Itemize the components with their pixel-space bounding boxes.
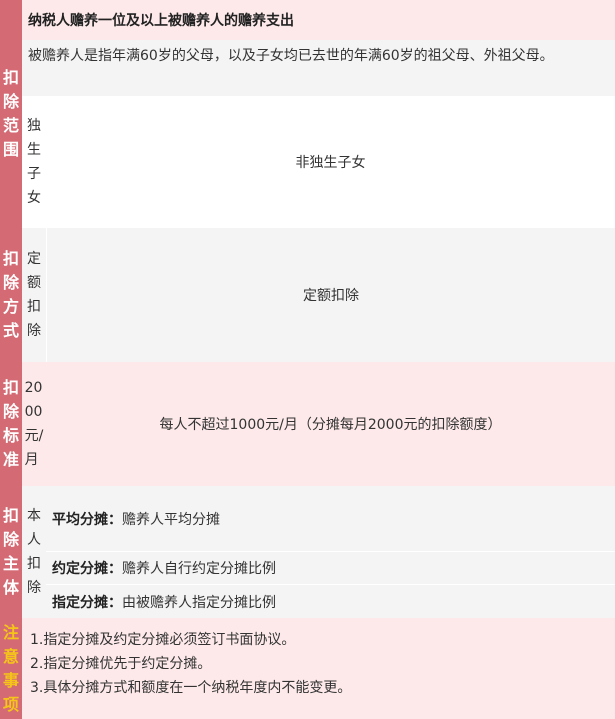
subject-row-name: 平均分摊： [52, 511, 122, 528]
subject-row-desc: 赡养人平均分摊 [122, 511, 220, 528]
standard-section-label: 扣 除 标 准 [0, 362, 22, 486]
subject-row-name: 指定分摊： [52, 594, 122, 611]
only-child-label: 独 生 子 女 [22, 96, 46, 228]
method-value-cell: 定额扣除 [46, 228, 615, 362]
subject-row-average: 平均分摊： 赡养人平均分摊 [46, 486, 615, 552]
deduction-table: 扣 除 范 围 纳税人赡养一位及以上被赡养人的赡养支出 被赡养人是指年满60岁的… [0, 0, 615, 719]
subject-row-desc: 赡养人自行约定分摊比例 [122, 561, 276, 577]
note-item: 3.具体分摊方式和额度在一个纳税年度内不能变更。 [30, 680, 352, 696]
subject-row-desc: 由被赡养人指定分摊比例 [122, 594, 276, 611]
non-only-child-cell: 非独生子女 [46, 96, 615, 228]
standard-sub-label: 20 00 元/ 月 [22, 362, 46, 486]
note-item: 2.指定分摊优先于约定分摊。 [30, 656, 212, 672]
scope-title-cell: 纳税人赡养一位及以上被赡养人的赡养支出 [22, 0, 615, 40]
standard-value-cell: 每人不超过1000元/月（分摊每月2000元的扣除额度） [46, 362, 615, 486]
method-sub-label: 定 额 扣 除 [22, 228, 46, 362]
standard-value: 每人不超过1000元/月（分摊每月2000元的扣除额度） [159, 417, 502, 433]
method-section-label: 扣 除 方 式 [0, 228, 22, 362]
subject-sub-label: 本 人 扣 除 [22, 486, 46, 618]
notes-section-label: 注 意 事 项 [0, 618, 22, 719]
subject-row-agreed: 约定分摊： 赡养人自行约定分摊比例 [46, 552, 615, 585]
subject-section-label: 扣 除 主 体 [0, 486, 22, 618]
note-item: 1.指定分摊及约定分摊必须签订书面协议。 [30, 632, 296, 648]
method-value: 定额扣除 [303, 288, 359, 304]
scope-definition: 被赡养人是指年满60岁的父母，以及子女均已去世的年满60岁的祖父母、外祖父母。 [22, 40, 615, 96]
scope-section-label: 扣 除 范 围 [0, 0, 22, 228]
subject-row-designated: 指定分摊： 由被赡养人指定分摊比例 [46, 585, 615, 618]
non-only-child-label: 非独生子女 [295, 155, 366, 171]
scope-title: 纳税人赡养一位及以上被赡养人的赡养支出 [28, 13, 294, 29]
notes-list: 1.指定分摊及约定分摊必须签订书面协议。 2.指定分摊优先于约定分摊。 3.具体… [22, 618, 615, 719]
subject-row-name: 约定分摊： [52, 561, 122, 577]
